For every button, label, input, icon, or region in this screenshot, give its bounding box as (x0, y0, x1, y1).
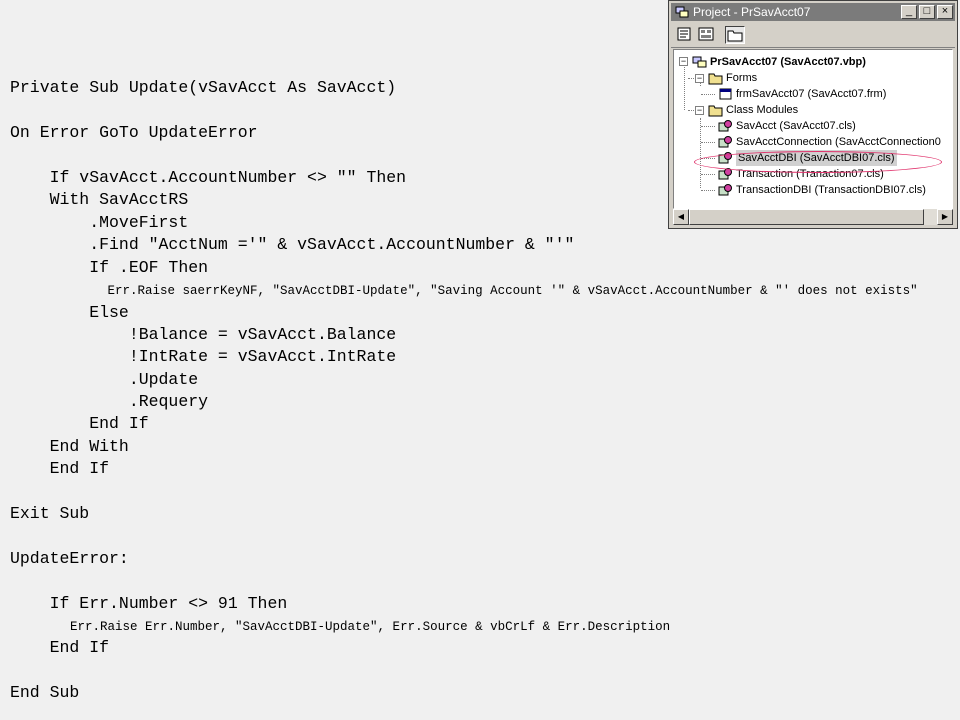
collapse-forms-toggle[interactable]: − (695, 74, 704, 83)
code-line: End If (10, 638, 110, 657)
project-icon (692, 56, 707, 68)
class-module-icon (718, 120, 732, 132)
tree-folder-class-modules[interactable]: Class Modules (708, 102, 798, 118)
code-line: Err.Raise saerrKeyNF, "SavAcctDBI-Update… (10, 284, 918, 298)
tree-item-class[interactable]: TransactionDBI (TransactionDBI07.cls) (718, 182, 926, 198)
code-line: .Requery (10, 392, 209, 411)
code-line: On Error GoTo UpdateError (10, 123, 258, 142)
code-line: End If (10, 459, 110, 478)
project-window-titlebar[interactable]: Project - PrSavAcct07 _ □ × (671, 3, 955, 21)
code-line: Exit Sub (10, 504, 90, 523)
code-line: If Err.Number <> 91 Then (10, 594, 288, 613)
view-code-button[interactable] (675, 26, 695, 44)
tree-item-class[interactable]: Transaction (Tranaction07.cls) (718, 166, 884, 182)
code-line: End With (10, 437, 129, 456)
tree-item-form[interactable]: frmSavAcct07 (SavAcct07.frm) (718, 86, 886, 102)
tree-node-label: SavAcctDBI (SavAcctDBI07.cls) (736, 150, 897, 166)
minimize-button[interactable]: _ (901, 5, 917, 19)
class-module-icon (718, 168, 732, 180)
folder-icon (708, 105, 723, 117)
tree-node-label: PrSavAcct07 (SavAcct07.vbp) (710, 56, 866, 68)
view-code-icon (677, 27, 691, 41)
scroll-thumb[interactable] (689, 209, 924, 225)
close-button[interactable]: × (937, 5, 953, 19)
code-line: If vSavAcct.AccountNumber <> "" Then (10, 168, 407, 187)
code-line: Else (10, 303, 129, 322)
tree-node-label: Transaction (Tranaction07.cls) (736, 168, 884, 180)
project-window-title: Project - PrSavAcct07 (693, 5, 811, 19)
toggle-folders-icon (727, 30, 743, 42)
tree-root-project[interactable]: PrSavAcct07 (SavAcct07.vbp) (692, 54, 866, 70)
tree-item-class[interactable]: SavAcct (SavAcct07.cls) (718, 118, 856, 134)
class-module-icon (718, 184, 732, 196)
project-icon (675, 6, 689, 18)
project-toolbar (671, 23, 955, 48)
folder-icon (708, 73, 723, 85)
code-line: UpdateError: (10, 549, 129, 568)
scroll-left-button[interactable]: ◀ (673, 209, 689, 225)
code-line: .Find "AcctNum ='" & vSavAcct.AccountNum… (10, 235, 575, 254)
tree-node-label: frmSavAcct07 (SavAcct07.frm) (736, 88, 887, 100)
code-line: With SavAcctRS (10, 190, 189, 209)
toggle-folders-button[interactable] (725, 26, 745, 44)
code-line: If .EOF Then (10, 258, 209, 277)
tree-node-label: Forms (726, 72, 758, 84)
code-line: Err.Raise Err.Number, "SavAcctDBI-Update… (10, 620, 671, 634)
collapse-root-toggle[interactable]: − (679, 57, 688, 66)
maximize-button[interactable]: □ (919, 5, 935, 19)
project-explorer-window: Project - PrSavAcct07 _ □ × − − − PrSavA… (668, 0, 958, 229)
code-line: !Balance = vSavAcct.Balance (10, 325, 397, 344)
project-tree[interactable]: − − − PrSavAcct07 (SavAcct07.vbp) Forms … (673, 49, 953, 209)
tree-node-label: SavAcctConnection (SavAcctConnection0 (736, 136, 941, 148)
view-object-button[interactable] (697, 26, 717, 44)
tree-node-label: Class Modules (726, 104, 799, 116)
tree-node-label: TransactionDBI (TransactionDBI07.cls) (736, 184, 926, 196)
tree-item-class[interactable]: SavAcctConnection (SavAcctConnection0 (718, 134, 941, 150)
collapse-class-modules-toggle[interactable]: − (695, 106, 704, 115)
tree-folder-forms[interactable]: Forms (708, 70, 757, 86)
tree-item-class-selected[interactable]: SavAcctDBI (SavAcctDBI07.cls) (718, 150, 897, 166)
code-line: End If (10, 414, 149, 433)
form-icon (719, 88, 732, 100)
view-object-icon (698, 27, 714, 41)
class-module-icon (718, 152, 732, 164)
code-line: .MoveFirst (10, 213, 189, 232)
class-module-icon (718, 136, 732, 148)
tree-node-label: SavAcct (SavAcct07.cls) (736, 120, 856, 132)
code-line: End Sub (10, 683, 80, 702)
horizontal-scrollbar[interactable]: ◀ ▶ (673, 209, 953, 225)
code-line: !IntRate = vSavAcct.IntRate (10, 347, 397, 366)
code-line: .Update (10, 370, 199, 389)
scroll-right-button[interactable]: ▶ (937, 209, 953, 225)
code-line: Private Sub Update(vSavAcct As SavAcct) (10, 78, 397, 97)
